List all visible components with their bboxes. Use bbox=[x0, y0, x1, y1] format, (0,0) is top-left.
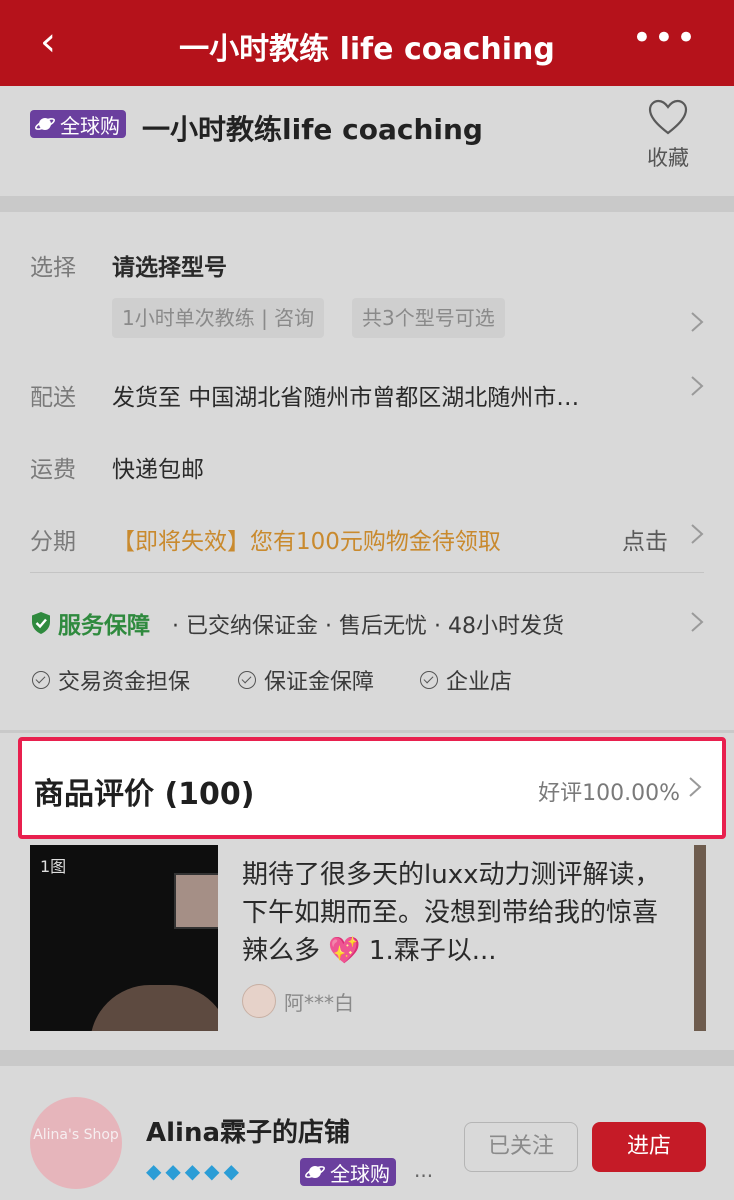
review-text[interactable]: 期待了很多天的luxx动力测评解读，下午如期而至。没想到带给我的惊喜辣么多 💖 … bbox=[242, 856, 674, 970]
video-thumbnail bbox=[174, 873, 218, 929]
service-guarantee-items: · 已交纳保证金 · 售后无忧 · 48小时发货 bbox=[172, 614, 564, 639]
guarantee-item: 交易资金担保 bbox=[32, 664, 190, 696]
chevron-right-icon bbox=[689, 777, 702, 797]
check-circle-icon bbox=[238, 671, 256, 689]
reviews-title: 商品评价 (100) bbox=[34, 777, 255, 812]
chevron-right-icon[interactable] bbox=[688, 522, 706, 546]
shop-logo-text: Alina's Shop bbox=[33, 1127, 119, 1143]
photo-content bbox=[90, 985, 218, 1031]
diamond-icon: ◆ bbox=[184, 1159, 201, 1183]
image-count: 1图 bbox=[40, 857, 67, 876]
delivery-address[interactable]: 发货至 中国湖北省随州市曾都区湖北随州市… bbox=[112, 378, 579, 412]
heart-icon bbox=[648, 99, 688, 135]
model-chip[interactable]: 1小时单次教练 | 咨询 bbox=[112, 298, 325, 338]
planet-icon bbox=[35, 118, 55, 130]
guarantee-item: 企业店 bbox=[420, 664, 512, 696]
guarantee-label: 交易资金担保 bbox=[58, 670, 191, 695]
shop-rating-diamonds: ◆ ◆ ◆ ◆ ◆ bbox=[146, 1160, 243, 1182]
follow-button[interactable]: 已关注 bbox=[464, 1122, 578, 1172]
shop-global-label: 全球购 bbox=[330, 1161, 390, 1186]
service-guarantee-label: 服务保障 bbox=[58, 613, 150, 639]
installment-label: 分期 bbox=[30, 529, 76, 555]
diamond-icon: ◆ bbox=[165, 1159, 181, 1183]
review-image[interactable]: 1图 bbox=[30, 845, 218, 1031]
chevron-right-icon[interactable] bbox=[688, 610, 706, 634]
global-purchase-badge: 全球购 bbox=[30, 110, 126, 138]
global-purchase-label: 全球购 bbox=[60, 113, 120, 138]
shop-logo[interactable]: Alina's Shop bbox=[30, 1097, 122, 1189]
select-label: 选择 bbox=[30, 255, 76, 281]
favorite-button[interactable]: 收藏 bbox=[640, 98, 696, 172]
shop-more: ... bbox=[414, 1158, 434, 1182]
reviews-header[interactable]: 商品评价 (100) 好评100.00% bbox=[18, 737, 726, 839]
shipping-value: 快递包邮 bbox=[112, 457, 204, 483]
shield-check-icon bbox=[32, 612, 50, 634]
delivery-label: 配送 bbox=[30, 385, 76, 411]
check-circle-icon bbox=[32, 671, 50, 689]
check-circle-icon bbox=[420, 671, 438, 689]
installment-promo[interactable]: 【即将失效】您有100元购物金待领取 bbox=[112, 522, 501, 556]
select-value[interactable]: 请选择型号 bbox=[112, 248, 227, 282]
diamond-icon: ◆ bbox=[204, 1159, 220, 1183]
shipping-label: 运费 bbox=[30, 457, 76, 483]
favorite-label: 收藏 bbox=[647, 146, 689, 170]
chevron-right-icon[interactable] bbox=[688, 310, 706, 334]
top-nav-bar: ‹ 一小时教练 life coaching ••• bbox=[0, 0, 734, 86]
page-title: 一小时教练 life coaching bbox=[179, 32, 555, 67]
divider bbox=[30, 572, 704, 573]
review-username: 阿***白 bbox=[284, 990, 354, 1015]
chevron-right-icon[interactable] bbox=[688, 374, 706, 398]
positive-rate: 好评100.00% bbox=[538, 781, 680, 806]
more-dots-icon[interactable]: ••• bbox=[632, 18, 698, 58]
diamond-icon: ◆ bbox=[146, 1159, 162, 1183]
shop-name[interactable]: Alina霖子的店铺 bbox=[146, 1112, 350, 1149]
diamond-icon: ◆ bbox=[223, 1159, 239, 1183]
service-guarantee-title[interactable]: 服务保障 bbox=[30, 606, 150, 640]
model-count-chip[interactable]: 共3个型号可选 bbox=[352, 298, 505, 338]
next-review-preview[interactable] bbox=[694, 845, 706, 1031]
installment-action[interactable]: 点击 bbox=[622, 522, 668, 556]
shop-global-badge: 全球购 bbox=[300, 1158, 396, 1186]
avatar bbox=[242, 984, 276, 1018]
guarantee-label: 企业店 bbox=[446, 670, 513, 695]
product-options-section bbox=[0, 212, 734, 730]
planet-icon bbox=[305, 1166, 325, 1178]
guarantee-label: 保证金保障 bbox=[264, 670, 375, 695]
review-user: 阿***白 bbox=[242, 984, 354, 1018]
guarantee-item: 保证金保障 bbox=[238, 664, 374, 696]
product-name: 一小时教练life coaching bbox=[142, 113, 483, 146]
enter-shop-button[interactable]: 进店 bbox=[592, 1122, 706, 1172]
